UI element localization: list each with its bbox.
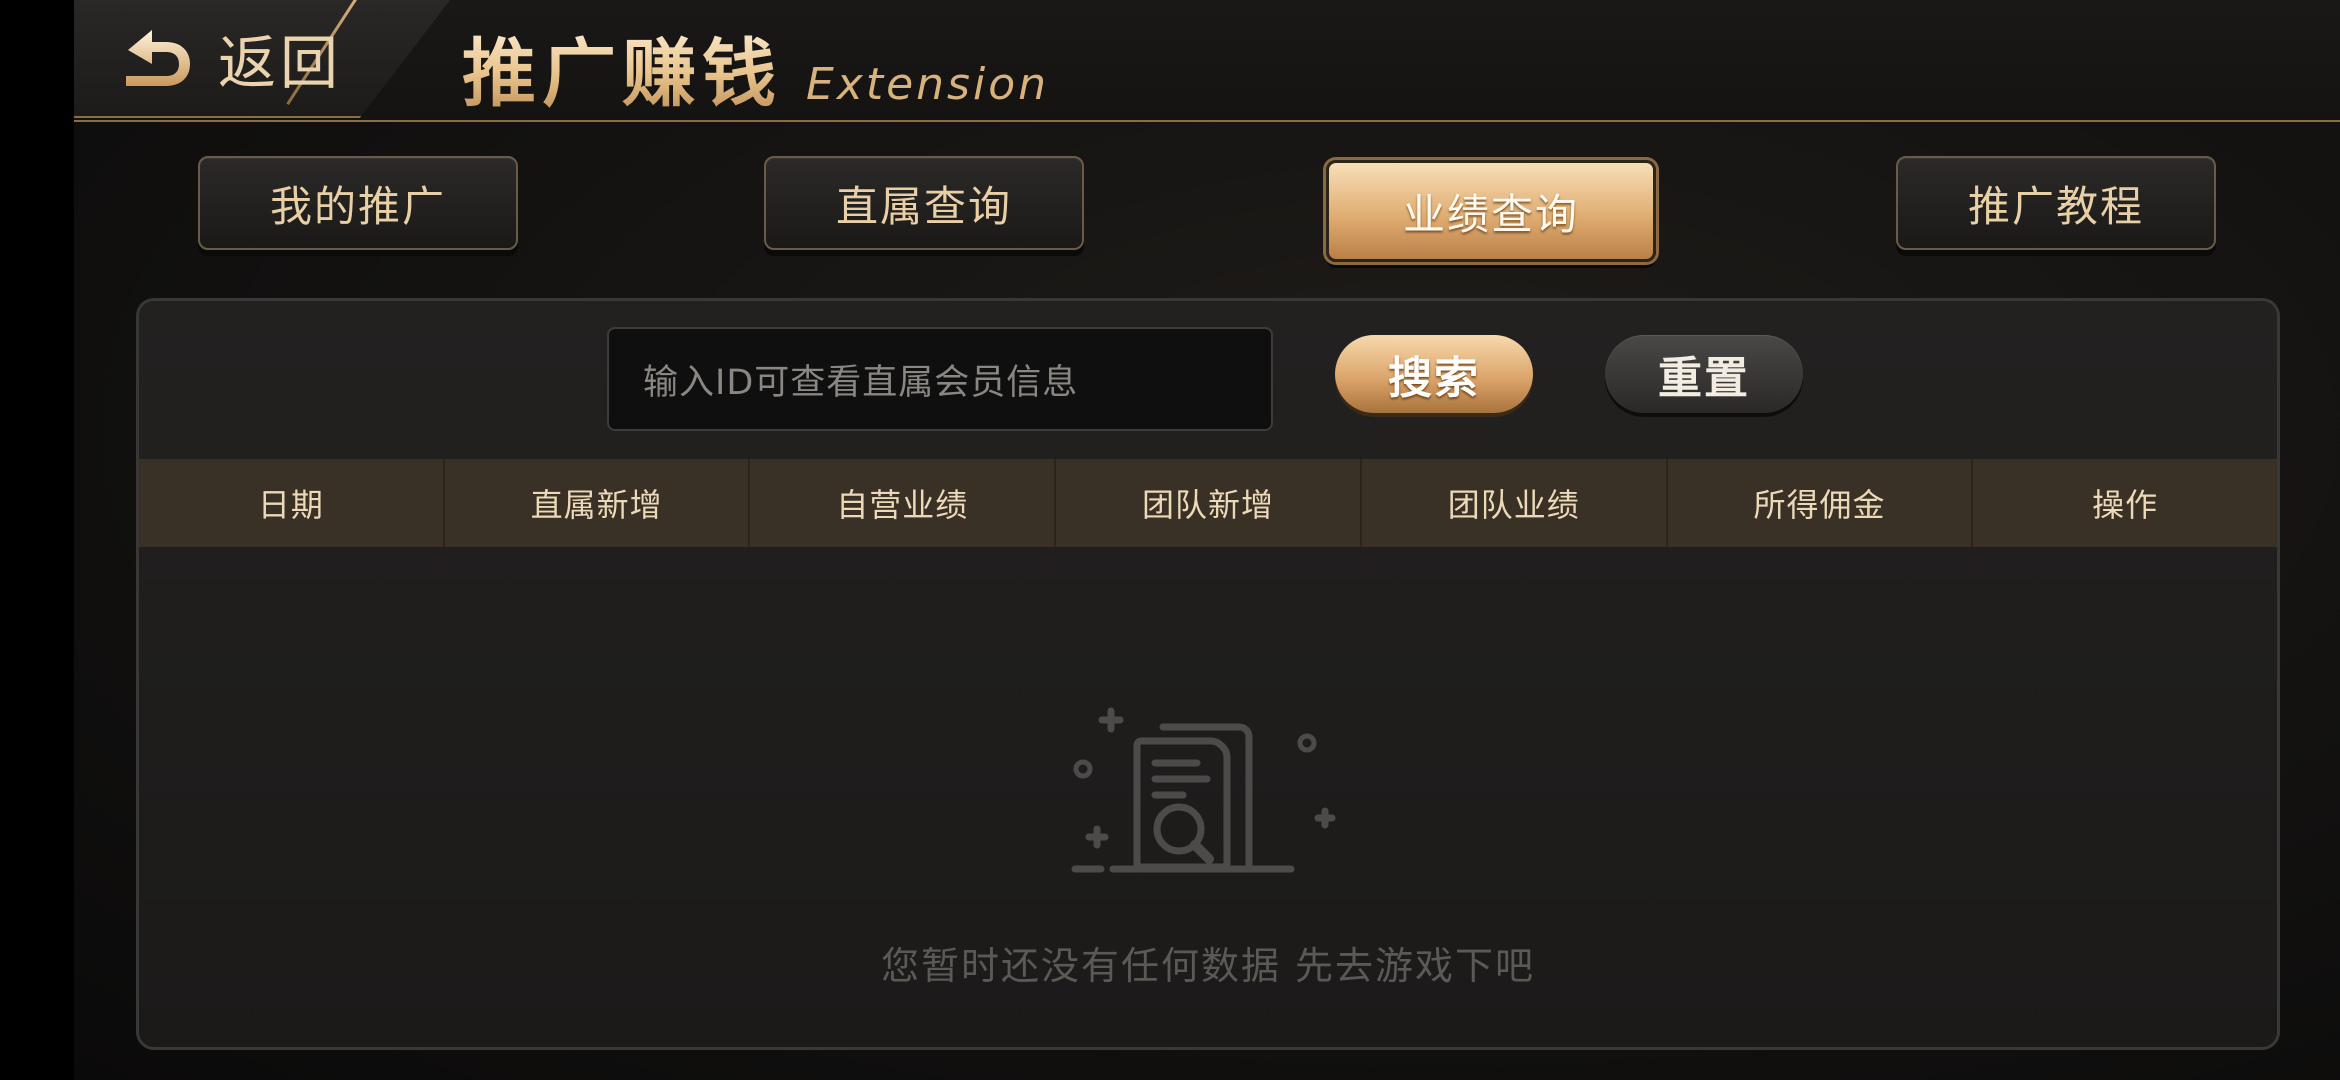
empty-state-message: 您暂时还没有任何数据 先去游戏下吧: [880, 944, 1536, 988]
header-bar: 返回 推广赚钱 Extension: [74, 0, 2340, 122]
back-button[interactable]: 返回: [114, 10, 414, 106]
page-title-cn: 推广赚钱: [462, 14, 782, 121]
reset-button[interactable]: 重置: [1605, 335, 1803, 413]
column-header-date: 日期: [139, 459, 445, 547]
member-id-search-input[interactable]: 输入ID可查看直属会员信息: [607, 327, 1273, 431]
column-header-team-performance: 团队业绩: [1362, 459, 1668, 547]
column-header-commission: 所得佣金: [1668, 459, 1974, 547]
column-header-self-performance: 自营业绩: [750, 459, 1057, 547]
column-header-action: 操作: [2092, 486, 2159, 524]
page-title: 推广赚钱 Extension: [462, 14, 1050, 117]
column-header-direct-new: 直属新增: [445, 459, 751, 547]
tab-performance-query[interactable]: 业绩查询: [1326, 160, 1656, 262]
tab-my-promotion[interactable]: 我的推广: [198, 156, 518, 250]
return-arrow-icon: [126, 30, 190, 86]
table-header: 日期 直属新增 自营业绩 团队新增 团队业绩 所得佣金 操作: [139, 459, 2277, 547]
back-label: 返回: [218, 29, 343, 97]
search-button[interactable]: 搜索: [1335, 335, 1533, 413]
performance-panel: 输入ID可查看直属会员信息 搜索 重置 日期 直属新增 自营业绩 团队新增 团队…: [136, 298, 2280, 1050]
promotion-screen: 返回 推广赚钱 Extension 我的推广 直属查询 业绩查询 推广教程 输入…: [74, 0, 2340, 1080]
empty-document-search-icon: [1071, 707, 1336, 873]
tab-direct-query[interactable]: 直属查询: [764, 156, 1084, 250]
column-header-team-new: 团队新增: [1056, 459, 1362, 547]
page-title-en: Extension: [806, 59, 1050, 110]
tab-promotion-tutorial[interactable]: 推广教程: [1896, 156, 2216, 250]
